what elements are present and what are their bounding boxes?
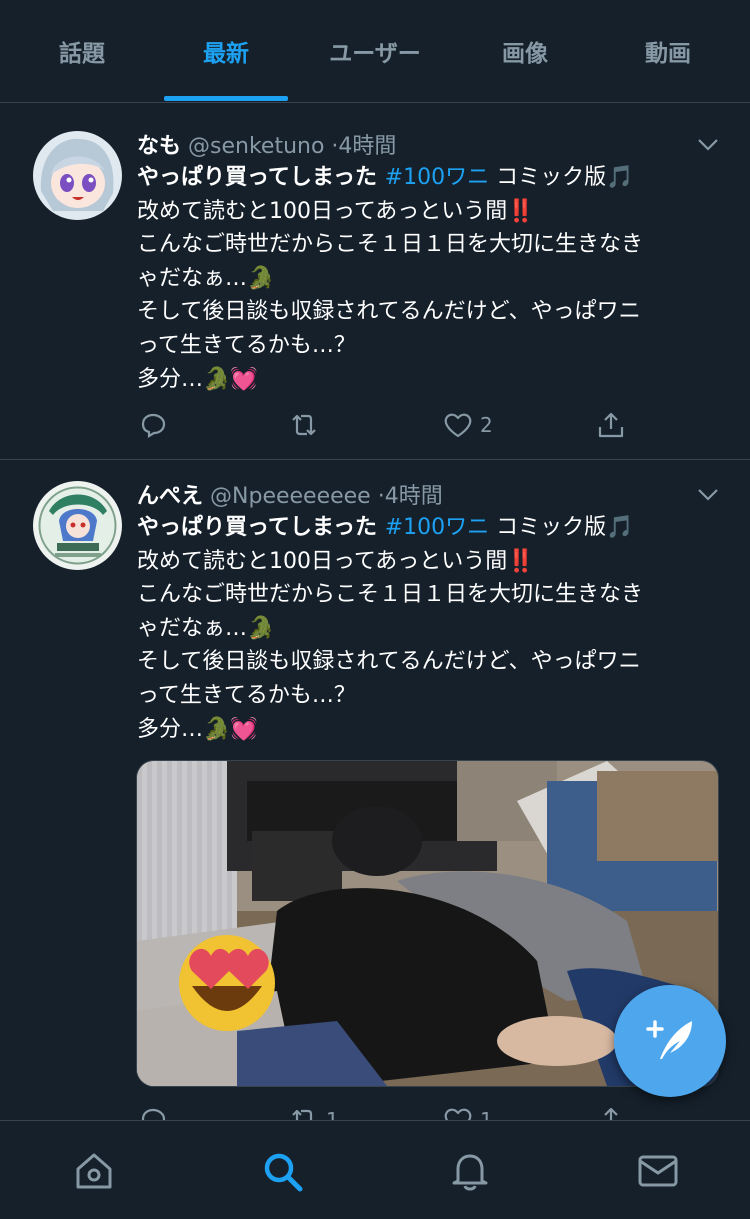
bell-icon[interactable] bbox=[448, 1149, 492, 1193]
handle[interactable]: @Npeeeeeeee bbox=[210, 484, 371, 509]
tweet-line: 多分…🐊💓 bbox=[137, 366, 258, 392]
tab-videos[interactable]: 動画 bbox=[600, 0, 736, 102]
reply-icon bbox=[141, 413, 166, 438]
tweet-line: そして後日談も収録されてるんだけど、やっぱワニ bbox=[137, 649, 641, 675]
tab-images[interactable]: 画像 bbox=[450, 0, 600, 102]
tab-users[interactable]: ユーザー bbox=[300, 0, 450, 102]
bottom-nav bbox=[0, 1120, 750, 1219]
display-name[interactable]: なも bbox=[137, 134, 181, 159]
chevron-down-icon[interactable] bbox=[696, 482, 720, 506]
tweet-line-bold: やっぱり買ってしまった bbox=[137, 515, 385, 540]
home-icon[interactable] bbox=[72, 1149, 116, 1193]
tweet-line-rest: コミック版🎵 bbox=[489, 165, 634, 190]
display-name[interactable]: んぺえ bbox=[137, 484, 203, 509]
tweet-line: って生きてるかも…？ bbox=[137, 332, 356, 358]
tweet-line-rest: コミック版🎵 bbox=[489, 515, 634, 540]
timestamp[interactable]: 4時間 bbox=[338, 134, 396, 159]
compose-tweet-icon bbox=[646, 1020, 692, 1059]
timestamp[interactable]: 4時間 bbox=[385, 484, 443, 509]
share-icon bbox=[598, 412, 624, 438]
tweet-line: 多分…🐊💓 bbox=[137, 716, 258, 742]
like-count: 2 bbox=[480, 413, 493, 437]
tweet-line: こんなご時世だからこそ１日１日を大切に生きなき bbox=[137, 582, 644, 608]
tweet-line: って生きてるかも…？ bbox=[137, 682, 356, 708]
mail-icon[interactable] bbox=[636, 1149, 680, 1193]
retweet-icon bbox=[292, 414, 316, 436]
tweet-line: やっぱり買ってしまった #100ワニ コミック版🎵 bbox=[137, 511, 727, 545]
hashtag-link[interactable]: #100ワニ bbox=[385, 165, 489, 190]
tweet-header: んぺえ @Npeeeeeeee ·4時間 bbox=[137, 478, 443, 510]
active-tab-indicator bbox=[164, 96, 288, 101]
tweet-actions: 2 bbox=[0, 405, 750, 445]
reply-button[interactable] bbox=[137, 405, 175, 445]
tweet-line: 改めて読むと100日ってあっという間‼️ bbox=[137, 548, 535, 574]
tweet-line: ゃだなぁ…🐊 bbox=[137, 615, 275, 641]
tweet-line: 改めて読むと100日ってあっという間‼️ bbox=[137, 198, 535, 224]
tweet-header: なも @senketuno ·4時間 bbox=[137, 128, 396, 160]
separator-dot: · bbox=[377, 484, 385, 509]
avatar[interactable] bbox=[33, 481, 122, 570]
tweet-text: やっぱり買ってしまった #100ワニ コミック版🎵 改めて読むと100日ってあっ… bbox=[137, 161, 727, 396]
tweet-line: ゃだなぁ…🐊 bbox=[137, 265, 275, 291]
chevron-down-icon[interactable] bbox=[696, 132, 720, 156]
like-button[interactable]: 2 bbox=[442, 405, 493, 445]
heart-icon bbox=[444, 413, 472, 438]
retweet-button[interactable] bbox=[288, 405, 326, 445]
hashtag-link[interactable]: #100ワニ bbox=[385, 515, 489, 540]
tweet-text: やっぱり買ってしまった #100ワニ コミック版🎵 改めて読むと100日ってあっ… bbox=[137, 511, 727, 746]
tweet-line-bold: やっぱり買ってしまった bbox=[137, 165, 385, 190]
tab-trending[interactable]: 話題 bbox=[0, 0, 164, 102]
share-button[interactable] bbox=[595, 405, 627, 445]
search-icon[interactable] bbox=[260, 1149, 304, 1193]
tab-latest[interactable]: 最新 bbox=[164, 0, 288, 102]
compose-tweet-button[interactable] bbox=[614, 985, 726, 1097]
tweet-line: そして後日談も収録されてるんだけど、やっぱワニ bbox=[137, 299, 641, 325]
tweet[interactable]: なも @senketuno ·4時間 やっぱり買ってしまった #100ワニ コミ… bbox=[0, 110, 750, 460]
avatar[interactable] bbox=[33, 131, 122, 220]
handle[interactable]: @senketuno bbox=[188, 134, 324, 159]
tweet-line: やっぱり買ってしまった #100ワニ コミック版🎵 bbox=[137, 161, 727, 195]
tweet-line: こんなご時世だからこそ１日１日を大切に生きなき bbox=[137, 232, 644, 258]
search-tabs: 話題 最新 ユーザー 画像 動画 bbox=[0, 0, 750, 103]
